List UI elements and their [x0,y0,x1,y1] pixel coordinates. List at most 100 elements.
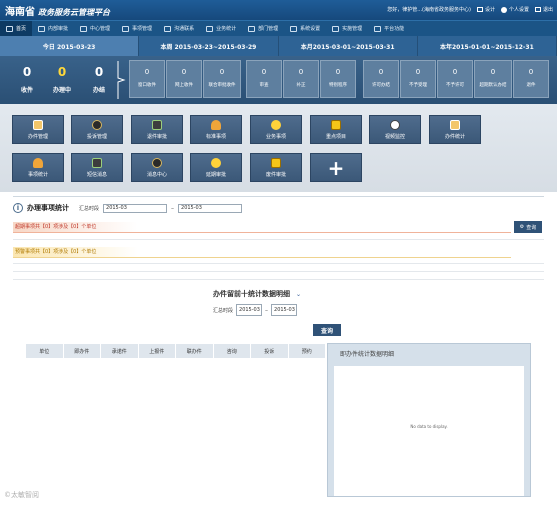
clipboard-icon [450,120,460,130]
stat-value: 0 [378,68,384,76]
user-icon [500,6,507,13]
nav-item-platform-functions[interactable]: 平台功能 [368,21,410,37]
chart-panel: 即办件统计数据明细 No data to display. [327,343,531,497]
tile-message-center[interactable]: 消息中心 [131,153,183,182]
tile-case-statistics[interactable]: 办件统计 [429,115,481,144]
table-header: 单位 即办件 承诺件 上报件 联办件 咨询 投诉 预约 [26,344,326,358]
tab-today[interactable]: 今日 2015-03-23 [0,36,140,56]
personal-settings-label: 个人设置 [508,7,529,13]
nav-label: 首页 [16,26,27,32]
stat-online-received[interactable]: 0 网上收件 [166,60,202,98]
query-button[interactable]: 查询 [313,324,341,336]
stat-overdue-default[interactable]: 0 超期默认办结 [474,60,512,98]
nav-item-item-management[interactable]: 事项管理 [116,21,158,37]
stat-supplement[interactable]: 0 补正 [283,60,319,98]
personal-settings-link[interactable]: 个人设置 [500,6,529,13]
no-data-message: No data to display. [410,424,448,429]
tab-this-week[interactable]: 本周 2015-03-23~2015-03-29 [139,36,279,56]
bulb-icon [271,120,281,130]
stat-completed[interactable]: 0 办结 [82,56,116,104]
nav-item-internal-approval[interactable]: 内部审批 [32,21,74,37]
stat-value: 0 [144,68,150,76]
tile-item-statistics[interactable]: 事项统计 [12,153,64,182]
nav-item-communication[interactable]: 沟通联系 [158,21,200,37]
info-icon: i [13,203,23,213]
stat-value: 0 [335,68,341,76]
date-to-input[interactable]: 2015-03 [178,203,243,213]
stat-label: 特别程序 [329,83,347,88]
add-tile-button[interactable]: + [310,153,362,182]
column-header[interactable]: 预约 [289,344,326,358]
stat-value: 0 [261,68,267,76]
tile-standard-items[interactable]: 标准事项 [190,115,242,144]
logout-link[interactable]: 退出 [534,6,553,13]
people-icon [248,25,256,32]
tile-sms-messages[interactable]: 短信消息 [71,153,123,182]
nav-item-business-stats[interactable]: 业务统计 [200,21,242,37]
stats-panel: 0 收件 0 办理中 0 办结 0 窗口收件 0 网上收件 0 联合审批收件 0 审查 … [0,56,557,104]
column-header[interactable]: 上报件 [139,344,176,358]
tile-case-management[interactable]: 办件管理 [12,115,64,144]
date-from-input[interactable]: 2015-03 [236,304,263,316]
home-icon [6,25,13,32]
column-header[interactable]: 即办件 [64,344,101,358]
stat-value: 0 [94,65,104,79]
column-header[interactable]: 联办件 [176,344,214,358]
tab-this-month[interactable]: 本月2015-03-01~2015-03-31 [279,36,418,56]
stat-window-received[interactable]: 0 窗口收件 [129,60,165,98]
tile-video-monitoring[interactable]: 视频监控 [369,115,421,144]
gear-icon [92,120,102,130]
stat-not-permitted[interactable]: 0 不予许可 [437,60,473,98]
chevron-down-icon[interactable]: ⌄ [296,291,301,298]
nav-item-department-management[interactable]: 部门管理 [242,21,284,37]
date-to-input[interactable]: 2015-03 [271,304,298,316]
stat-review[interactable]: 0 审查 [246,60,282,98]
nav-item-center-management[interactable]: 中心管理 [74,21,116,37]
app-logo: 海南省 政务服务云管理平台 [5,3,110,18]
stat-special-procedure[interactable]: 0 特别程序 [320,60,356,98]
warning-icon [331,120,341,130]
subsection-title-text: 办件留前十统计数据明细 [213,290,290,298]
stat-processing[interactable]: 0 办理中 [45,56,79,104]
stat-value: 0 [298,68,304,76]
tile-key-projects[interactable]: 重点项目 [310,115,362,144]
tab-this-year[interactable]: 本年2015-01-01~2015-12-31 [418,36,557,56]
stat-returned[interactable]: 0 退件 [513,60,549,98]
stat-label: 收件 [20,87,33,94]
stat-not-accepted[interactable]: 0 不予受理 [400,60,436,98]
tile-return-approval[interactable]: 退件审批 [131,115,183,144]
section-header: i 办理事项统计 汇总时段 2015-03 – 2015-03 [13,201,544,215]
greeting-text: 您好，律护管...(海南省政务服务中心) [387,7,471,13]
column-header[interactable]: 投诉 [251,344,289,358]
query-button-top[interactable]: ⚙ 查询 [514,221,542,233]
overdue-alert[interactable]: 超期事项共【0】项涉及【0】个单位 [13,222,511,233]
stat-label: 联合审批收件 [208,83,236,88]
stat-label: 退件 [526,83,536,88]
stat-value: 0 [415,68,421,76]
nav-item-system-settings[interactable]: 系统设置 [284,21,326,37]
tile-complaint-management[interactable]: 投诉管理 [71,115,123,144]
tile-label: 标准事项 [205,134,226,140]
warning-alert[interactable]: 预警事项共【0】项涉及【0】个单位 [13,247,511,258]
stamp-icon [33,158,43,168]
nav-item-implementation[interactable]: 实施管理 [326,21,368,37]
stat-label: 网上收件 [175,83,193,88]
date-from-input[interactable]: 2015-03 [103,203,168,213]
tile-label: 退件审批 [146,134,167,140]
column-header[interactable]: 咨询 [214,344,251,358]
logo-title: 政务服务云管理平台 [38,8,110,17]
tile-void-approval[interactable]: 废件审批 [250,153,302,182]
stat-received[interactable]: 0 收件 [10,56,44,104]
stat-permit-completed[interactable]: 0 许可办结 [363,60,399,98]
stat-label: 补正 [296,83,306,88]
nav-label: 沟通联系 [174,26,195,32]
tile-business-items[interactable]: 业务事项 [250,115,302,144]
stat-label: 办结 [92,87,105,94]
tile-extension-approval[interactable]: 延期审批 [190,153,242,182]
column-header[interactable]: 承诺件 [101,344,139,358]
design-link[interactable]: 设计 [476,6,495,13]
tile-label: 事项统计 [27,172,48,178]
nav-item-home[interactable]: 首页 [0,20,33,37]
stat-joint-received[interactable]: 0 联合审批收件 [203,60,241,98]
subsection-range: 汇总时段 2015-03 – 2015-03 [213,304,298,316]
